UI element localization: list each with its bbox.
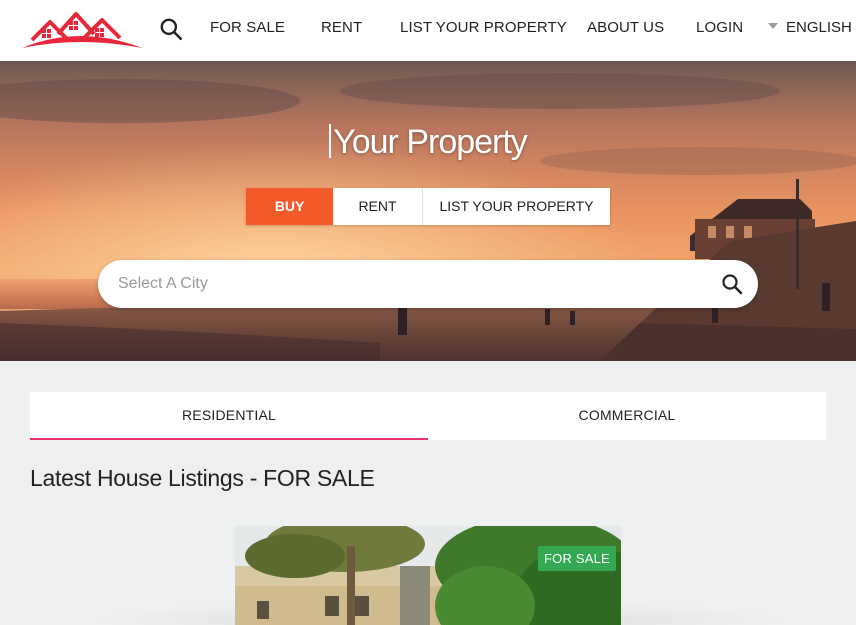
site-header: FOR SALE RENT LIST YOUR PROPERTY ABOUT U…	[0, 0, 856, 61]
tab-residential[interactable]: RESIDENTIAL	[30, 392, 428, 440]
listing-photo	[235, 526, 621, 625]
mode-tab-rent[interactable]: RENT	[333, 188, 423, 225]
for-sale-badge: FOR SALE	[538, 546, 616, 571]
listing-card[interactable]: FOR SALE	[235, 526, 621, 625]
tab-commercial[interactable]: COMMERCIAL	[428, 392, 826, 440]
city-search-bar	[98, 260, 758, 308]
category-tabs: RESIDENTIAL COMMERCIAL	[30, 392, 826, 440]
search-icon[interactable]	[720, 272, 744, 296]
typing-cursor	[329, 124, 332, 158]
language-selector[interactable]: ENGLISH	[768, 19, 852, 36]
nav-list-your-property[interactable]: LIST YOUR PROPERTY	[400, 19, 567, 36]
mode-tabs: BUY RENT LIST YOUR PROPERTY	[246, 188, 610, 225]
language-label: ENGLISH	[786, 19, 852, 36]
nav-login[interactable]: LOGIN	[696, 19, 743, 36]
mode-tab-list-your-property[interactable]: LIST YOUR PROPERTY	[423, 188, 610, 225]
caret-down-icon	[768, 23, 778, 29]
nav-for-sale[interactable]: FOR SALE	[210, 19, 285, 36]
hero-title: Your Property	[0, 123, 856, 162]
city-search-input[interactable]	[118, 260, 698, 308]
hero-banner: Your Property BUY RENT LIST YOUR PROPERT…	[0, 61, 856, 361]
hero-title-text: Your Property	[333, 123, 528, 161]
nav-rent[interactable]: RENT	[321, 19, 362, 36]
mode-tab-buy[interactable]: BUY	[246, 188, 333, 225]
listings-heading: Latest House Listings - FOR SALE	[30, 465, 375, 491]
nav-about-us[interactable]: ABOUT US	[587, 19, 664, 36]
logo-icon[interactable]	[20, 10, 144, 52]
search-icon[interactable]	[158, 16, 184, 42]
